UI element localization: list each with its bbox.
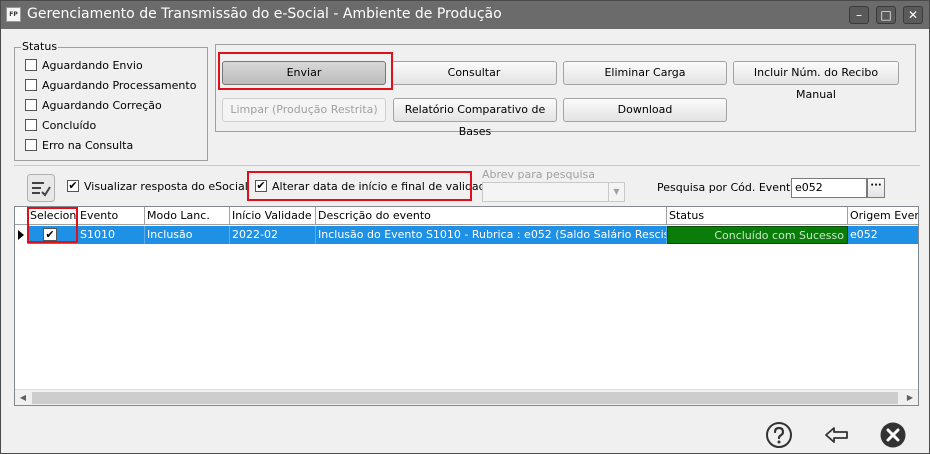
checkbox-label: Alterar data de início e final de valida… bbox=[272, 179, 496, 193]
table-row[interactable]: ✔ S1010 Inclusão 2022-02 Inclusão do Eve… bbox=[15, 226, 918, 244]
search-label: Pesquisa por Cód. Evento: bbox=[657, 181, 801, 194]
title-bar: FP Gerenciamento de Transmissão do e-Soc… bbox=[1, 1, 929, 29]
cell-seleciona[interactable]: ✔ bbox=[28, 226, 78, 244]
abrev-select[interactable]: ▼ bbox=[482, 182, 625, 202]
window-title: Gerenciamento de Transmissão do e-Social… bbox=[27, 6, 502, 22]
status-option-concluido[interactable]: Concluído bbox=[25, 117, 96, 133]
checkbox-checked[interactable]: ✔ bbox=[255, 180, 267, 192]
back-arrow-icon[interactable] bbox=[822, 421, 850, 449]
checkbox[interactable] bbox=[25, 59, 37, 71]
eliminar-carga-button[interactable]: Eliminar Carga bbox=[563, 61, 727, 85]
abrev-label: Abrev para pesquisa bbox=[482, 168, 596, 181]
checkbox[interactable] bbox=[25, 99, 37, 111]
header-modo-lanc[interactable]: Modo Lanc. bbox=[145, 207, 230, 225]
checkbox-label: Erro na Consulta bbox=[42, 138, 134, 152]
header-origem-evento[interactable]: Origem Evento bbox=[848, 207, 918, 225]
consultar-button[interactable]: Consultar bbox=[391, 61, 557, 85]
checkbox-checked[interactable]: ✔ bbox=[67, 180, 79, 192]
scroll-left-icon[interactable]: ◀ bbox=[15, 390, 31, 405]
checkbox[interactable] bbox=[25, 139, 37, 151]
visualizar-resposta-option[interactable]: ✔ Visualizar resposta do eSocial bbox=[67, 178, 248, 194]
grid-header: Seleciona Evento Modo Lanc. Início Valid… bbox=[15, 207, 918, 225]
limpar-button[interactable]: Limpar (Produção Restrita) bbox=[222, 98, 386, 122]
select-all-icon[interactable] bbox=[27, 174, 55, 202]
checkbox[interactable] bbox=[25, 119, 37, 131]
row-checkbox[interactable]: ✔ bbox=[43, 228, 57, 241]
events-grid: Seleciona Evento Modo Lanc. Início Valid… bbox=[14, 206, 919, 406]
minimize-button[interactable]: – bbox=[849, 6, 869, 24]
horizontal-scrollbar[interactable]: ◀ ▶ bbox=[15, 389, 918, 405]
search-ellipsis-button[interactable]: ··· bbox=[867, 178, 885, 198]
incluir-recibo-button[interactable]: Incluir Núm. do Recibo Manual bbox=[733, 61, 899, 101]
header-status[interactable]: Status bbox=[667, 207, 848, 225]
checkbox-label: Aguardando Processamento bbox=[42, 78, 197, 92]
search-input[interactable]: e052 bbox=[791, 178, 867, 198]
cell-origem[interactable]: e052 bbox=[848, 226, 918, 244]
status-option-aguardando-envio[interactable]: Aguardando Envio bbox=[25, 57, 143, 73]
scroll-thumb[interactable] bbox=[32, 392, 898, 404]
app-logo-icon: FP bbox=[6, 7, 21, 22]
cell-modo[interactable]: Inclusão bbox=[145, 226, 230, 244]
download-button[interactable]: Download bbox=[563, 98, 727, 122]
header-inicio-validade[interactable]: Início Validade bbox=[230, 207, 316, 225]
status-option-aguardando-processamento[interactable]: Aguardando Processamento bbox=[25, 77, 196, 93]
checkbox-label: Aguardando Envio bbox=[42, 58, 143, 72]
cell-inicio[interactable]: 2022-02 bbox=[230, 226, 316, 244]
cell-evento[interactable]: S1010 bbox=[78, 226, 145, 244]
enviar-button[interactable]: Enviar bbox=[222, 61, 386, 85]
row-pointer-icon bbox=[18, 230, 24, 240]
scroll-right-icon[interactable]: ▶ bbox=[902, 390, 918, 405]
checkbox-label: Visualizar resposta do eSocial bbox=[84, 179, 248, 193]
help-icon[interactable] bbox=[765, 421, 793, 449]
cell-descricao[interactable]: Inclusão do Evento S1010 - Rubrica : e05… bbox=[316, 226, 667, 244]
divider bbox=[14, 165, 920, 166]
header-descricao[interactable]: Descrição do evento bbox=[316, 207, 667, 225]
maximize-button[interactable]: □ bbox=[876, 6, 896, 24]
checkbox[interactable] bbox=[25, 79, 37, 91]
status-legend: Status bbox=[21, 40, 59, 53]
alterar-data-option[interactable]: ✔ Alterar data de início e final de vali… bbox=[255, 178, 496, 194]
header-seleciona[interactable]: Seleciona bbox=[28, 207, 78, 225]
row-indicator bbox=[15, 226, 28, 244]
checkbox-label: Aguardando Correção bbox=[42, 98, 162, 112]
close-window-button[interactable]: ✕ bbox=[903, 6, 923, 24]
main-window: FP Gerenciamento de Transmissão do e-Soc… bbox=[0, 0, 930, 454]
header-evento[interactable]: Evento bbox=[78, 207, 145, 225]
status-option-aguardando-correcao[interactable]: Aguardando Correção bbox=[25, 97, 162, 113]
checkbox-label: Concluído bbox=[42, 118, 97, 132]
status-option-erro-na-consulta[interactable]: Erro na Consulta bbox=[25, 137, 133, 153]
chevron-down-icon: ▼ bbox=[608, 183, 624, 201]
header-indicator bbox=[15, 207, 28, 225]
relatorio-button[interactable]: Relatório Comparativo de Bases bbox=[393, 98, 557, 138]
cell-status[interactable]: Concluído com Sucesso bbox=[667, 226, 848, 244]
close-circle-icon[interactable] bbox=[879, 421, 907, 449]
